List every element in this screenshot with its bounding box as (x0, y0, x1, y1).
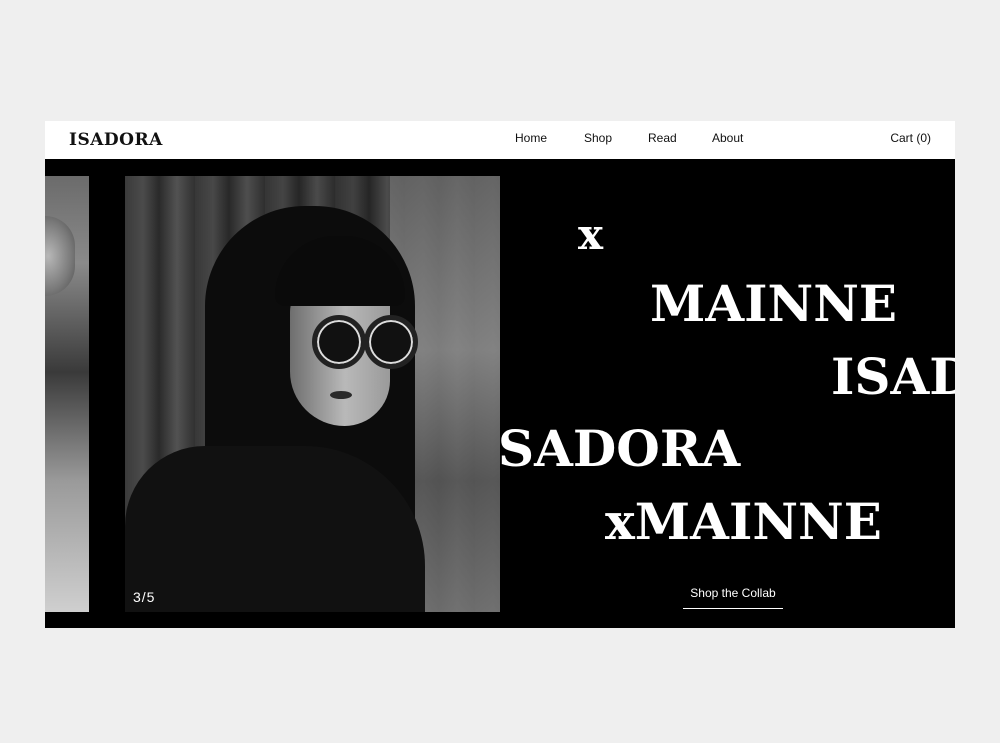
left-lens (312, 315, 366, 369)
model-lips (330, 391, 352, 399)
previous-slide-face (45, 216, 75, 296)
right-lens (364, 315, 418, 369)
nav-shop[interactable]: Shop (584, 131, 612, 145)
header-bar: ISADORA Home Shop Read About Cart (0) (45, 121, 955, 159)
previous-slide-image[interactable] (45, 176, 89, 612)
hero-carousel: 3/5 x MAINNE ISAD SADORA xMAINNE Shop th… (45, 159, 955, 628)
hero-word: MAINNE (650, 274, 898, 333)
nav-home[interactable]: Home (515, 131, 547, 145)
cart-link[interactable]: Cart (0) (890, 131, 931, 145)
site-logo[interactable]: ISADORA (69, 130, 163, 150)
nav-read[interactable]: Read (648, 131, 677, 145)
site-frame: ISADORA Home Shop Read About Cart (0) 3/… (45, 121, 955, 628)
hero-word: xMAINNE (605, 492, 882, 551)
hero-word: SADORA (498, 419, 741, 478)
sunglasses (290, 311, 420, 369)
shop-the-collab-button[interactable]: Shop the Collab (683, 586, 783, 609)
hero-word: x (578, 210, 604, 259)
current-slide-image (125, 176, 500, 612)
nav-about[interactable]: About (712, 131, 743, 145)
slide-counter: 3/5 (133, 589, 156, 605)
hero-word: ISAD (831, 347, 955, 406)
